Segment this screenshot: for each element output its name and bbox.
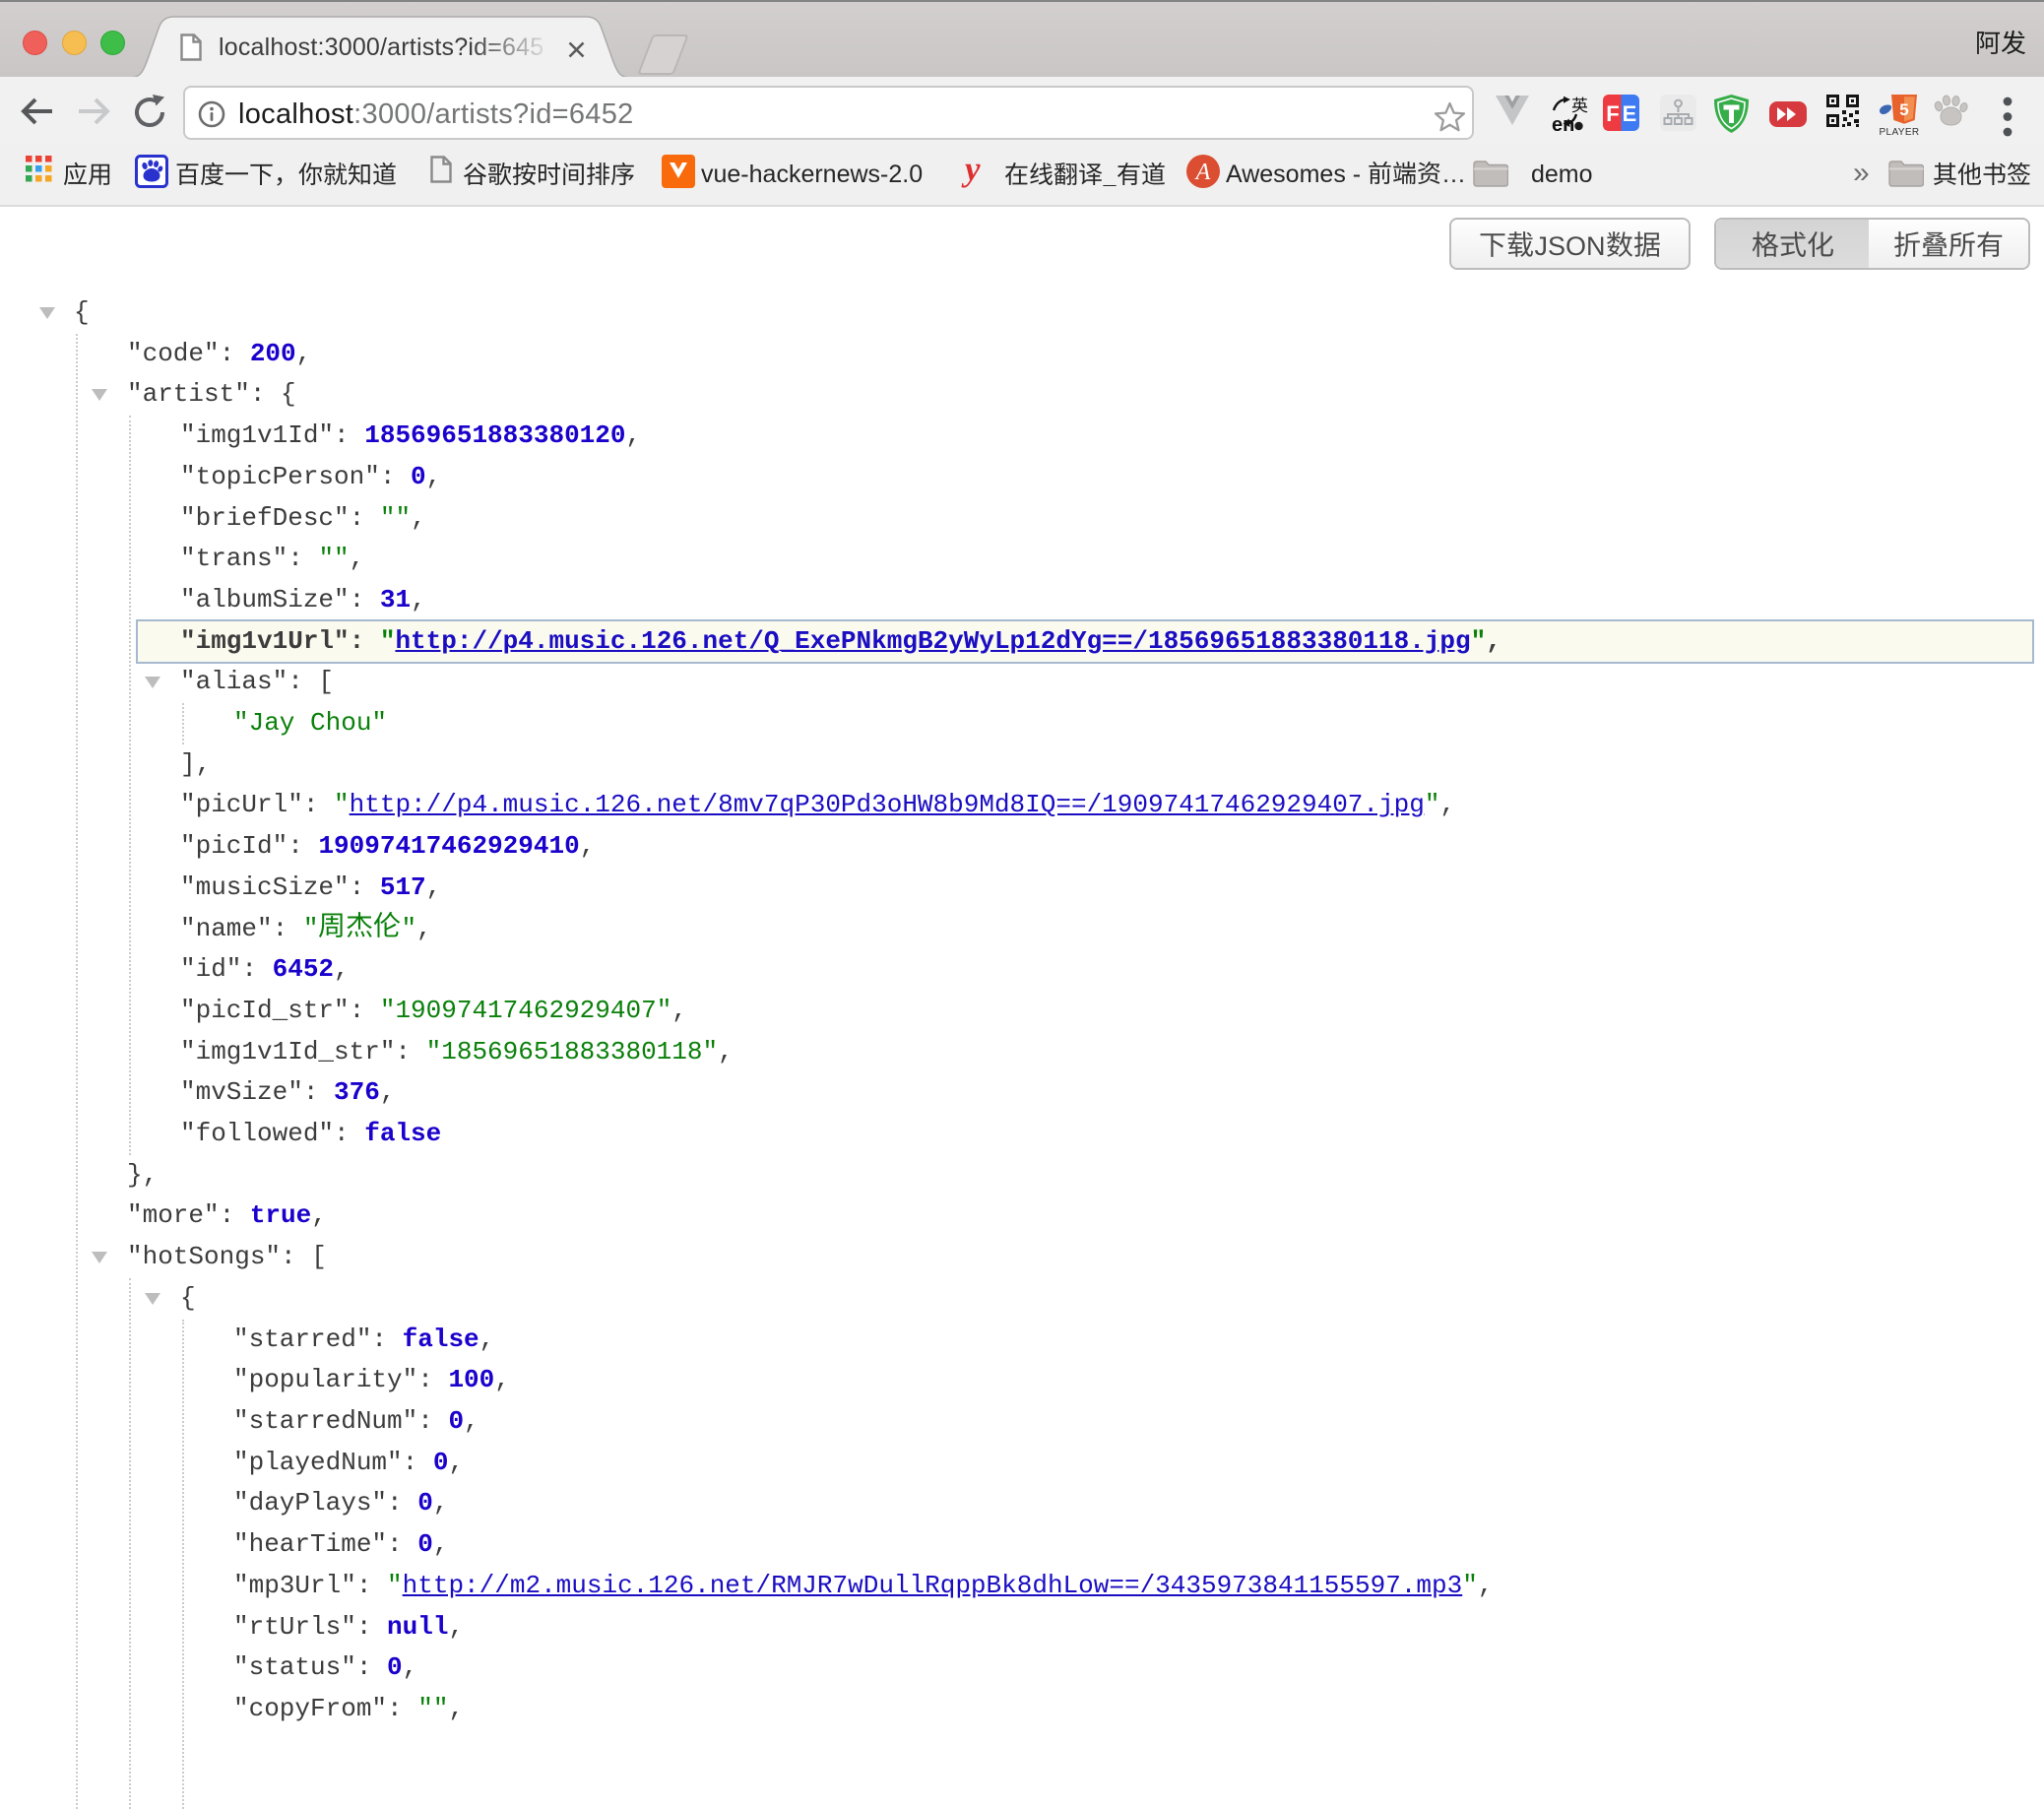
svg-text:5: 5 [1899,100,1908,119]
svg-text:F: F [1606,101,1619,126]
svg-text:A: A [1194,160,1211,185]
svg-text:E: E [1623,101,1637,126]
